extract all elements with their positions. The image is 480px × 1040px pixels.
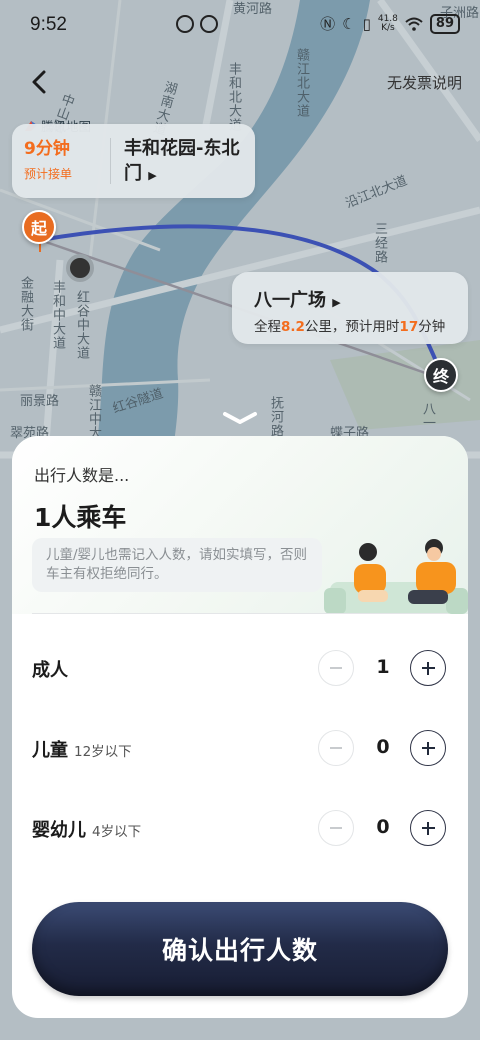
start-marker: 起: [22, 210, 56, 244]
infant-minus-button[interactable]: [318, 810, 354, 846]
status-time: 9:52: [30, 14, 67, 35]
triangle-right-icon: ▶: [148, 169, 157, 182]
vibrate-icon: ▯: [362, 15, 371, 33]
street-label: 红谷中大道: [74, 290, 89, 360]
street-label: 丰和北大道: [226, 62, 241, 132]
battery-icon: 89: [429, 14, 460, 34]
speedometer-icon: [200, 15, 218, 33]
street-label: 金融大街: [18, 276, 33, 332]
divider: [32, 613, 448, 614]
street-label: 赣江北大道: [294, 48, 309, 118]
passenger-count-sheet: 出行人数是... 1人乘车 儿童/婴儿也需记入人数，请如实填写，否则车主有权拒绝…: [12, 436, 468, 1018]
triangle-right-icon: ▶: [332, 296, 341, 309]
pickup-card[interactable]: 9分钟 预计接单 丰和花园-东北门 ▶: [12, 124, 255, 198]
minus-icon: [330, 747, 342, 749]
street-label: 丰和中大道: [50, 280, 65, 350]
app-notification-icon: [176, 15, 194, 33]
infant-count: 0: [376, 816, 390, 838]
row-child-age: 12岁以下: [74, 744, 132, 760]
street-label: 抚河路: [268, 396, 283, 438]
pickup-eta-block: 9分钟 预计接单: [24, 137, 102, 182]
status-bar: 9:52 Ⓝ ☾ ▯ 41.8 K/s 89: [0, 0, 480, 52]
divider: [110, 138, 111, 184]
sheet-subtitle: 出行人数是...: [34, 466, 130, 485]
network-speed: 41.8 K/s: [377, 14, 398, 33]
child-plus-button[interactable]: [410, 730, 446, 766]
row-infant: 婴幼儿 4岁以下 0: [32, 808, 448, 848]
row-infant-age: 4岁以下: [92, 824, 142, 840]
street-label: 丽景路: [20, 394, 60, 409]
child-minus-button[interactable]: [318, 730, 354, 766]
adult-minus-button[interactable]: [318, 650, 354, 686]
trip-duration: 17: [399, 319, 419, 335]
minus-icon: [330, 827, 342, 829]
no-invoice-link[interactable]: 无发票说明: [387, 72, 462, 93]
trip-distance: 8.2: [281, 319, 305, 335]
pickup-eta: 9分钟: [24, 139, 70, 159]
nfc-icon: Ⓝ: [320, 15, 336, 33]
row-infant-label: 婴幼儿: [32, 820, 86, 841]
child-count: 0: [376, 736, 390, 758]
destination-name: 八一广场 ▶: [254, 290, 341, 311]
row-child-label: 儿童: [32, 740, 68, 761]
trip-summary: 全程8.2公里，预计用时17分钟: [254, 319, 446, 335]
minus-icon: [330, 667, 342, 669]
pickup-eta-label: 预计接单: [24, 167, 73, 181]
moon-icon: ☾: [342, 15, 356, 33]
pickup-location: 丰和花园-东北门 ▶: [124, 138, 240, 184]
wifi-icon: [405, 17, 423, 31]
adult-plus-button[interactable]: [410, 650, 446, 686]
sheet-title: 1人乘车: [34, 503, 127, 532]
back-button[interactable]: [28, 68, 50, 96]
status-right: Ⓝ ☾ ▯ 41.8 K/s 89: [320, 14, 460, 34]
street-label: 三经路: [372, 222, 387, 264]
row-adult-label: 成人: [32, 660, 68, 681]
destination-card[interactable]: 八一广场 ▶ 全程8.2公里，预计用时17分钟: [232, 272, 468, 344]
confirm-passenger-count-button[interactable]: 确认出行人数: [32, 902, 448, 996]
notice-box: 儿童/婴儿也需记入人数，请如实填写，否则车主有权拒绝同行。: [32, 538, 322, 592]
collapse-handle[interactable]: [221, 410, 259, 426]
row-adult: 成人 1: [32, 648, 448, 688]
end-marker: 终: [424, 358, 458, 392]
street-label: 八一: [420, 402, 435, 430]
adult-count: 1: [376, 656, 390, 678]
passengers-on-sofa-illustration: [324, 539, 468, 614]
chevron-left-icon: [32, 70, 46, 94]
status-app-icons: [176, 15, 218, 33]
infant-plus-button[interactable]: [410, 810, 446, 846]
row-child: 儿童 12岁以下 0: [32, 728, 448, 768]
car-location-marker: [66, 254, 94, 282]
chevron-down-icon: [223, 412, 257, 424]
